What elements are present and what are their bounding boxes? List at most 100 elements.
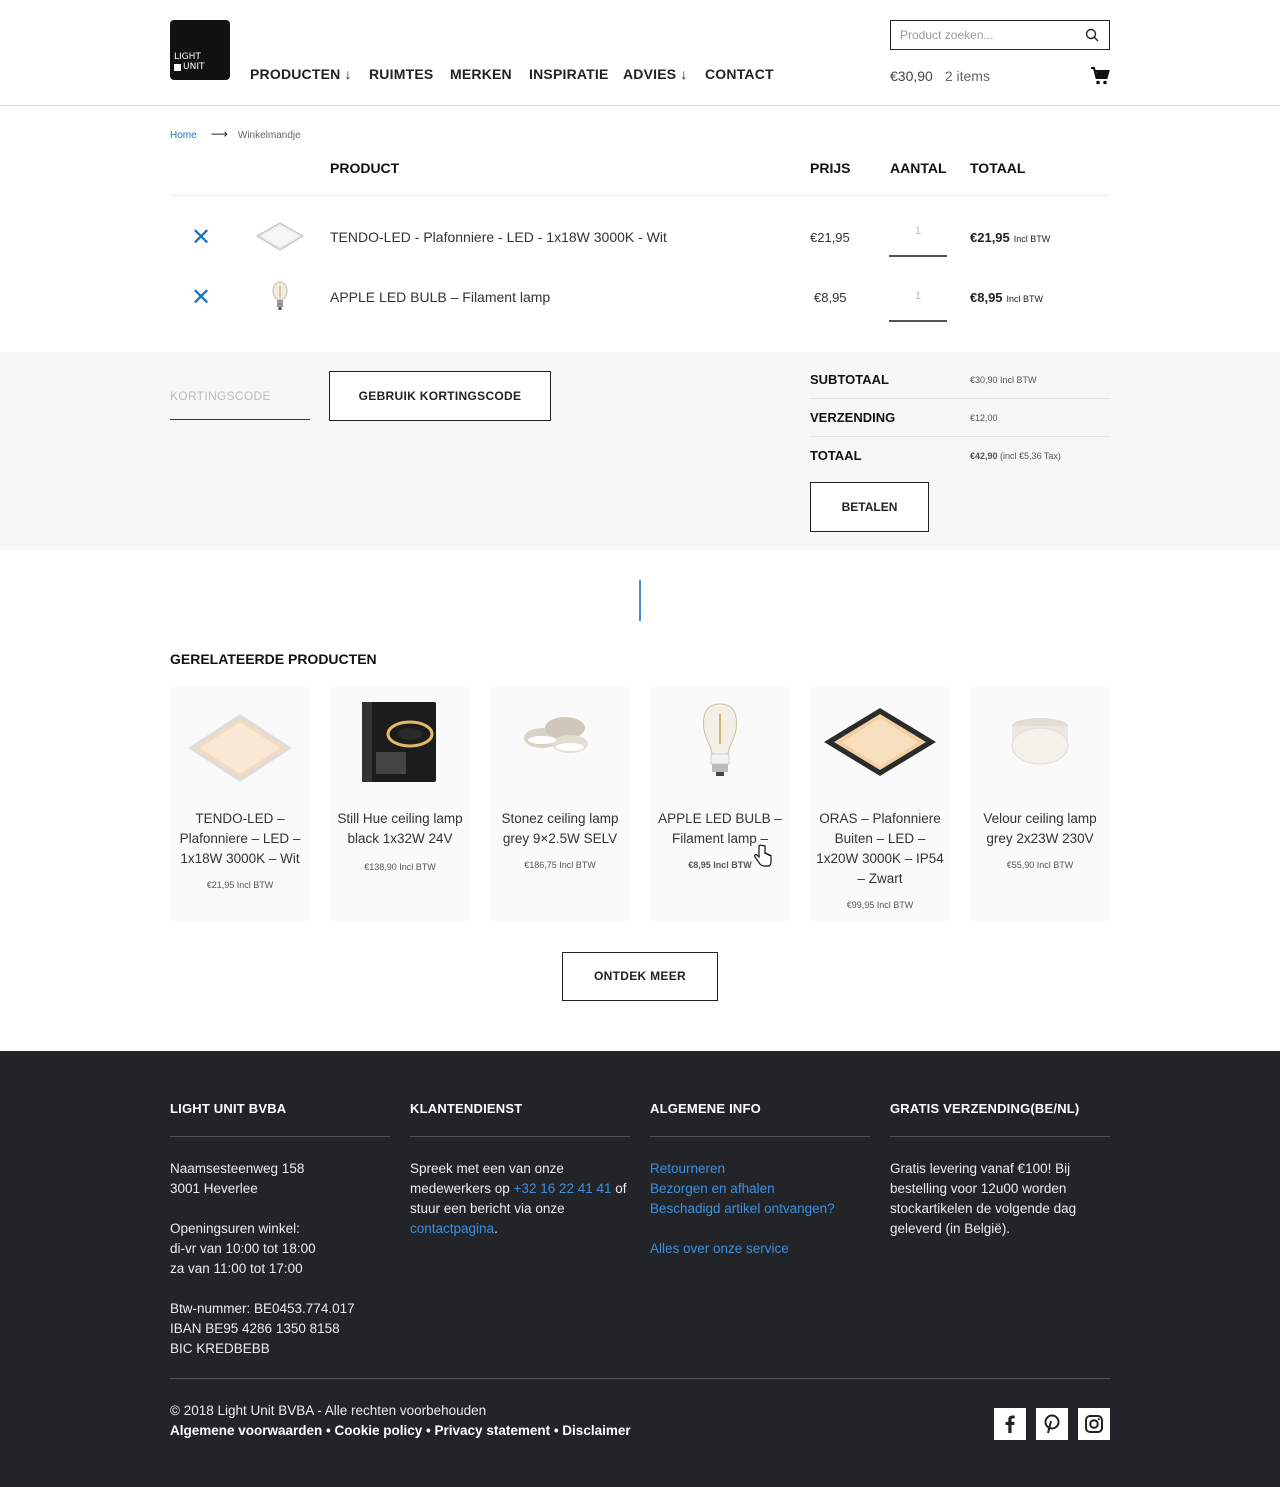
product-image[interactable]: [330, 696, 470, 796]
related-product-card[interactable]: APPLE LED BULB – Filament lamp – €8,95 I…: [650, 686, 790, 922]
nav-inspiratie[interactable]: INSPIRATIE: [529, 66, 609, 82]
pinterest-icon[interactable]: [1036, 1408, 1068, 1440]
footer: LIGHT UNIT BVBA KLANTENDIENST ALGEMENE I…: [0, 1051, 1280, 1487]
bic: BIC KREDBEBB: [170, 1341, 270, 1356]
related-product-card[interactable]: Still Hue ceiling lamp black 1x32W 24V €…: [330, 686, 470, 922]
totals-divider: [810, 398, 1110, 399]
legal-links[interactable]: Algemene voorwaarden • Cookie policy • P…: [170, 1421, 631, 1441]
product-image[interactable]: [970, 696, 1110, 796]
quantity-input[interactable]: 1: [889, 225, 947, 237]
vat-number: Btw-nummer: BE0453.774.017: [170, 1301, 355, 1316]
product-name[interactable]: Stonez ceiling lamp grey 9×2.5W SELV: [490, 809, 630, 849]
nav-producten[interactable]: PRODUCTEN ↓: [250, 66, 352, 82]
hours-line: za van 11:00 tot 17:00: [170, 1261, 303, 1276]
cart-summary[interactable]: €30,90 2 items: [890, 68, 990, 84]
col-header-price: PRIJS: [810, 160, 851, 176]
related-product-card[interactable]: ORAS – Plafonniere Buiten – LED – 1x20W …: [810, 686, 950, 922]
footer-col-title: GRATIS VERZENDING(BE/NL): [890, 1101, 1080, 1116]
arrow-right-icon: ⟶: [210, 127, 228, 141]
product-image[interactable]: [490, 696, 630, 796]
related-product-card[interactable]: Velour ceiling lamp grey 2x23W 230V €55,…: [970, 686, 1110, 922]
footer-col-title: ALGEMENE INFO: [650, 1101, 761, 1116]
remove-item-icon[interactable]: ✕: [191, 286, 211, 310]
shipping-value: €12,00: [970, 413, 998, 423]
hours-line: di-vr van 10:00 tot 18:00: [170, 1241, 316, 1256]
quantity-underline: [889, 320, 947, 322]
service-link[interactable]: Alles over onze service: [650, 1241, 789, 1256]
product-name[interactable]: ORAS – Plafonniere Buiten – LED – 1x20W …: [810, 809, 950, 889]
quantity-input[interactable]: 1: [889, 290, 947, 302]
phone-link[interactable]: +32 16 22 41 41: [514, 1181, 612, 1196]
address-line: 3001 Heverlee: [170, 1181, 258, 1196]
product-image[interactable]: [170, 696, 310, 796]
footer-col-title: KLANTENDIENST: [410, 1101, 523, 1116]
company-info: Naamsesteenweg 158 3001 Heverlee Opening…: [170, 1159, 390, 1359]
logo-text-top: LIGHT: [174, 52, 201, 62]
related-product-card[interactable]: TENDO-LED – Plafonniere – LED – 1x18W 30…: [170, 686, 310, 922]
contact-page-link[interactable]: contactpagina: [410, 1221, 494, 1236]
product-name[interactable]: TENDO-LED – Plafonniere – LED – 1x18W 30…: [170, 809, 310, 869]
nav-ruimtes[interactable]: RUIMTES: [369, 66, 433, 82]
subtotal-value: €30,90 Incl BTW: [970, 375, 1037, 385]
search-icon[interactable]: [1085, 28, 1099, 42]
quantity-underline: [889, 255, 947, 257]
logo[interactable]: LIGHT UNIT: [170, 20, 230, 80]
facebook-icon[interactable]: [994, 1408, 1026, 1440]
iban: IBAN BE95 4286 1350 8158: [170, 1321, 340, 1336]
instagram-icon[interactable]: [1078, 1408, 1110, 1440]
cart-icon[interactable]: [1090, 67, 1110, 85]
product-name[interactable]: Velour ceiling lamp grey 2x23W 230V: [970, 809, 1110, 849]
cart-total: €30,90: [890, 68, 933, 84]
nav-contact[interactable]: CONTACT: [705, 66, 774, 82]
product-thumb-bulb[interactable]: [270, 280, 290, 312]
product-image[interactable]: [650, 696, 790, 796]
product-price: €186,75 Incl BTW: [524, 860, 596, 870]
delivery-link[interactable]: Bezorgen en afhalen: [650, 1181, 775, 1196]
product-thumb-tendo[interactable]: [255, 221, 305, 253]
cart-item-price: €21,95: [810, 230, 850, 245]
product-price: €138,90 Incl BTW: [364, 862, 436, 872]
related-product-card[interactable]: Stonez ceiling lamp grey 9×2.5W SELV €18…: [490, 686, 630, 922]
product-name[interactable]: Still Hue ceiling lamp black 1x32W 24V: [330, 809, 470, 849]
product-image[interactable]: [810, 696, 950, 796]
damaged-item-link[interactable]: Beschadigd artikel ontvangen?: [650, 1201, 835, 1216]
footer-col-title: LIGHT UNIT BVBA: [170, 1101, 287, 1116]
totals-divider: [810, 436, 1110, 437]
logo-text-bottom: UNIT: [183, 62, 205, 72]
search-placeholder: Product zoeken...: [900, 28, 994, 42]
nav-merken[interactable]: MERKEN: [450, 66, 512, 82]
cart-item-price: €8,95: [814, 290, 847, 305]
table-header-divider: [170, 195, 1110, 196]
col-header-product: PRODUCT: [330, 160, 400, 176]
breadcrumb-current: Winkelmandje: [237, 130, 301, 141]
coupon-input[interactable]: KORTINGSCODE: [170, 387, 310, 420]
breadcrumb-home[interactable]: Home: [170, 130, 197, 141]
cart-item-name[interactable]: TENDO-LED - Plafonniere - LED - 1x18W 30…: [330, 229, 667, 245]
free-shipping-text: Gratis levering vanaf €100! Bij bestelli…: [890, 1161, 1077, 1236]
product-name[interactable]: APPLE LED BULB – Filament lamp –: [650, 809, 790, 849]
cart-item-total: €8,95 Incl BTW: [970, 290, 1044, 305]
header-divider: [0, 105, 1280, 106]
breadcrumb: Home ⟶ Winkelmandje: [170, 127, 301, 141]
checkout-button[interactable]: BETALEN: [810, 482, 929, 532]
discover-more-button[interactable]: ONTDEK MEER: [562, 952, 718, 1001]
nav-advies[interactable]: ADVIES ↓: [623, 66, 688, 82]
col-header-total: TOTAAL: [970, 160, 1026, 176]
cart-item-name[interactable]: APPLE LED BULB – Filament lamp: [330, 289, 550, 305]
returns-link[interactable]: Retourneren: [650, 1161, 725, 1176]
cart-item-total: €21,95 Incl BTW: [970, 230, 1051, 245]
product-price: €21,95 Incl BTW: [206, 880, 274, 890]
remove-item-icon[interactable]: ✕: [191, 226, 211, 250]
product-price: €55,90 Incl BTW: [1006, 860, 1074, 870]
shipping-label: VERZENDING: [810, 410, 896, 425]
copyright: © 2018 Light Unit BVBA - Alle rechten vo…: [170, 1403, 487, 1418]
general-info-links: Retourneren Bezorgen en afhalen Beschadi…: [650, 1159, 870, 1259]
apply-coupon-button[interactable]: GEBRUIK KORTINGSCODE: [329, 371, 551, 421]
total-label: TOTAAL: [810, 448, 862, 463]
related-products-title: GERELATEERDE PRODUCTEN: [170, 651, 377, 667]
customer-service-text: Spreek met een van onze medewerkers op +…: [410, 1161, 627, 1236]
divider-accent: [639, 580, 641, 621]
hand-cursor-icon: [754, 844, 772, 867]
search-input[interactable]: Product zoeken...: [890, 20, 1110, 50]
address-line: Naamsesteenweg 158: [170, 1161, 305, 1176]
